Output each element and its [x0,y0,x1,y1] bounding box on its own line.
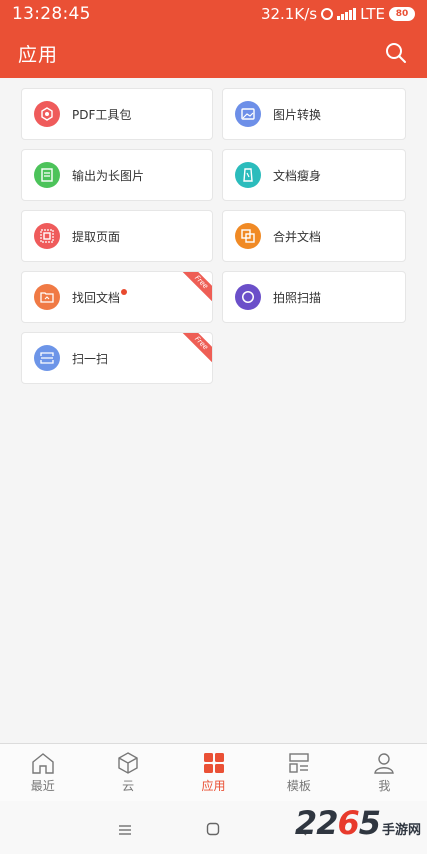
menu-button[interactable] [118,821,132,840]
merge-icon [235,223,261,249]
page-title: 应用 [18,43,59,66]
pdf-icon [34,101,60,127]
tool-label: 输出为长图片 [72,168,145,183]
home-button[interactable] [206,821,220,840]
nav-label: 云 [122,778,135,793]
template-icon [289,752,309,773]
camera-scan-icon [235,284,261,310]
nav-label: 应用 [201,778,226,793]
extract-icon [34,223,60,249]
compress-icon [235,162,261,188]
nav-item-templates[interactable]: 模板 [256,744,341,801]
signal-icon [337,8,357,20]
search-button[interactable] [383,40,409,66]
tool-card-camera-scan[interactable]: 拍照扫描 [222,271,406,323]
nav-item-cloud[interactable]: 云 [85,744,170,801]
tool-label: 合并文档 [273,229,322,244]
home-icon [32,752,54,774]
recover-icon [34,284,60,310]
watermark-logo: 2265 手游网 [295,804,421,842]
nav-label: 最近 [30,778,55,793]
status-right: 32.1K/s LTE 80 [261,5,415,23]
image-icon [235,101,261,127]
tool-card-recover[interactable]: 找回文档 Free [21,271,213,323]
tool-card-pdf[interactable]: PDF工具包 [21,88,213,140]
app-header: 13:28:45 32.1K/s LTE 80 应用 [0,0,427,78]
scan-icon [34,345,60,371]
tool-card-merge[interactable]: 合并文档 [222,210,406,262]
search-icon [386,43,406,63]
nav-item-apps[interactable]: 应用 [171,744,256,801]
network-type: LTE [360,5,385,23]
network-speed: 32.1K/s [260,5,318,23]
tool-card-extract[interactable]: 提取页面 [21,210,213,262]
bottom-nav: 最近 云 应用 模板 我 [0,743,427,801]
apps-icon [203,752,224,773]
nav-label: 我 [378,778,391,793]
user-icon [374,752,395,774]
tool-card-compress[interactable]: 文档瘦身 [222,149,406,201]
alarm-icon [321,8,334,20]
tools-grid: PDF工具包 图片转换 输出为长图片 文档瘦身 提取页面 合并文档 找回文档 F… [21,88,406,384]
nav-item-recent[interactable]: 最近 [0,744,85,801]
tool-label: 拍照扫描 [273,290,322,305]
watermark-site: 手游网 [381,823,421,838]
free-badge: Free [182,333,212,363]
tool-card-scan[interactable]: 扫一扫 Free [21,332,213,384]
square-icon [206,822,220,836]
nav-label: 模板 [286,778,311,793]
battery-icon: 80 [389,7,415,21]
free-ribbon: Free [182,272,212,302]
new-dot [121,288,128,295]
cloud-box-icon [118,751,138,774]
tool-card-long-image[interactable]: 输出为长图片 [21,149,213,201]
status-bar: 13:28:45 32.1K/s LTE 80 [0,0,427,28]
tool-label: PDF工具包 [72,107,132,122]
watermark-number: 2265 [294,804,381,842]
tool-card-image-convert[interactable]: 图片转换 [222,88,406,140]
status-time: 13:28:45 [12,4,91,24]
tool-label: 文档瘦身 [273,168,322,183]
tool-label: 扫一扫 [72,351,109,366]
free-ribbon: Free [182,333,212,363]
menu-icon [119,825,131,835]
tool-label: 图片转换 [273,107,322,122]
free-badge: Free [182,272,212,302]
tool-label: 找回文档 [72,288,128,306]
nav-item-me[interactable]: 我 [342,744,427,801]
long-image-icon [34,162,60,188]
tool-label: 提取页面 [72,229,121,244]
